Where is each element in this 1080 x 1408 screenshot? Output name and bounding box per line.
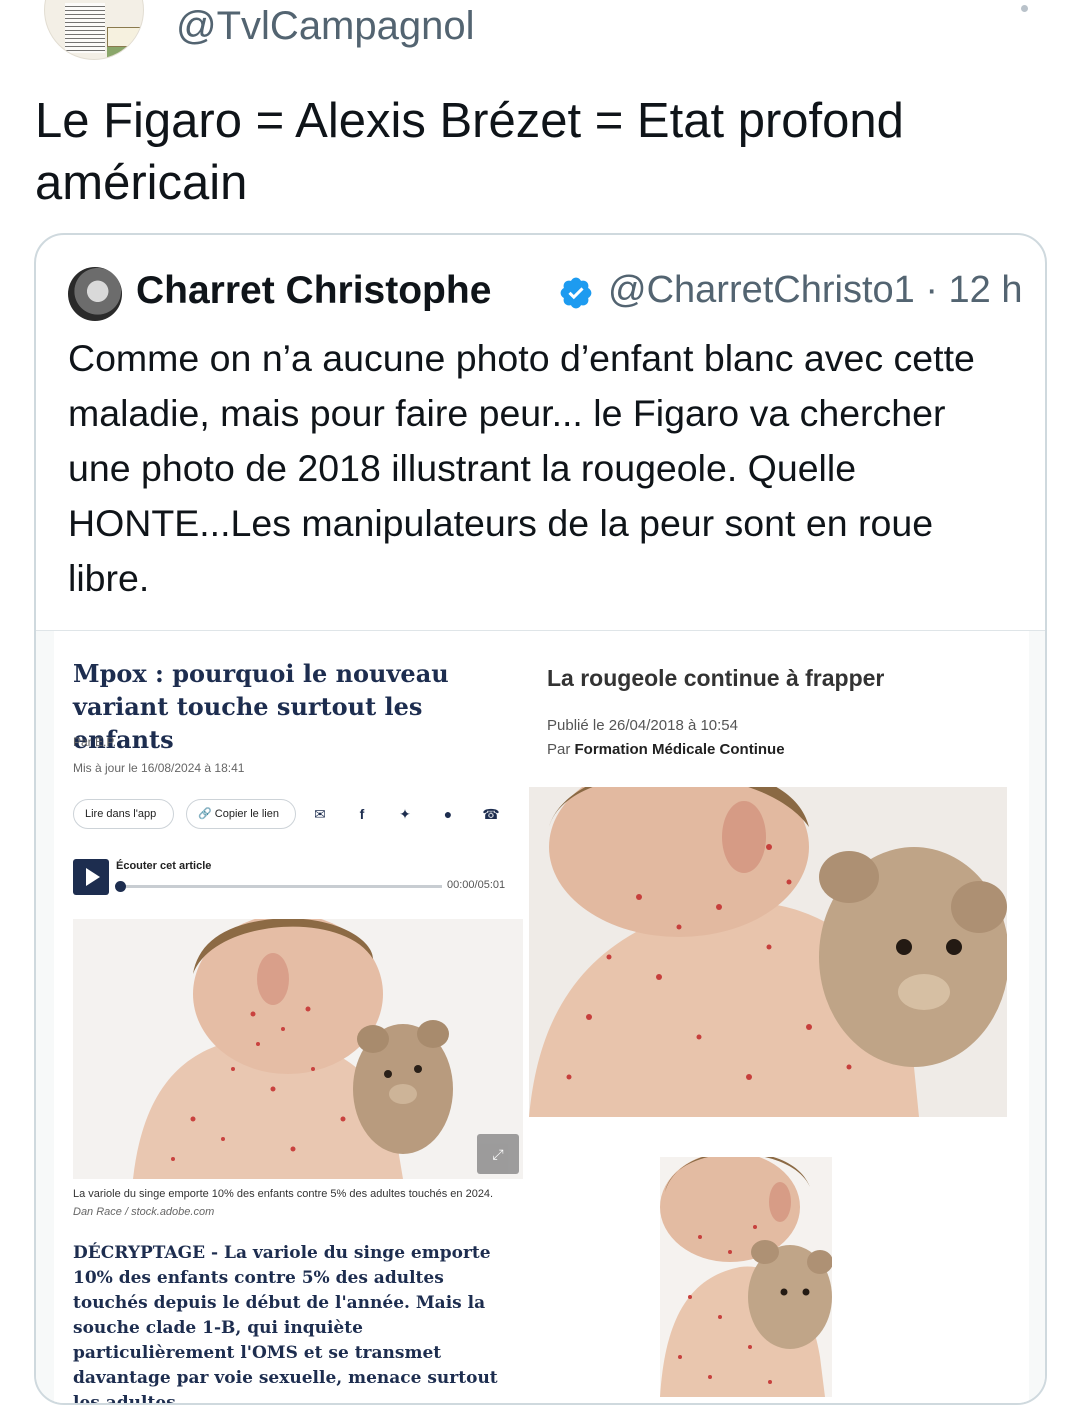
measles-author-name: Formation Médicale Continue [574,741,785,758]
avatar-poster-text [65,3,105,53]
figaro-photo-credit: Dan Race / stock.adobe.com [73,1206,215,1218]
measles-published-date: Publié le 26/04/2018 à 10:54 [547,717,738,734]
expand-image-icon: ⤢ [477,1134,519,1174]
measles-author: Par Formation Médicale Continue [547,741,785,758]
author-handle[interactable]: @TvlCampagnol [176,4,475,49]
twitter-icon: ✦ [399,806,411,822]
tweet-text: Le Figaro = Alexis Brézet = Etat profond… [35,94,904,210]
audio-timecode: 00:00/05:01 [447,879,506,891]
quoted-author-handle-time: @CharretChristo1 · 12 h [608,269,1023,311]
copy-link-button: 🔗 Copier le lien [186,799,296,829]
measles-author-prefix: Par [547,741,575,758]
figaro-article-screenshot: Mpox : pourquoi le nouveau variant touch… [54,631,529,1405]
audio-progress-track [120,885,442,888]
tweet-author-row: @TvlCampagnol [0,0,1080,80]
quoted-tweet-media[interactable]: Mpox : pourquoi le nouveau variant touch… [36,630,1045,1405]
quoted-author-name[interactable]: Charret Christophe [136,269,491,313]
copy-link-label: Copier le lien [214,808,279,820]
author-avatar[interactable] [44,0,144,60]
figaro-photo-caption: La variole du singe emporte 10% des enfa… [73,1188,494,1200]
figaro-updated-date: Mis à jour le 16/08/2024 à 18:41 [73,761,245,775]
child-teddy-photo [73,919,523,1179]
avatar-poster-tag [107,27,141,47]
listen-article-label: Écouter cet article [116,860,212,872]
whatsapp-icon: ☎ [482,806,500,822]
quoted-tweet-text: Comme on n’a aucune photo d’enfant blanc… [68,337,975,599]
mail-icon: ✉ [314,806,326,822]
avatar-poster-image [107,47,143,59]
child-teddy-photo-small [660,1157,832,1397]
read-in-app-button: Lire dans l'app [73,799,174,829]
measles-article-title: La rougeole continue à frapper [547,665,885,691]
quoted-tweet-card[interactable]: Charret Christophe @CharretChristo1 · 12… [34,233,1047,1405]
messenger-icon: ● [443,806,453,822]
figaro-lead-paragraph: DÉCRYPTAGE - La variole du singe emporte… [73,1243,498,1405]
figaro-article-title: Mpox : pourquoi le nouveau variant touch… [73,659,449,754]
child-teddy-photo-large [529,787,1007,1117]
figaro-byline: Par E.P. [73,735,117,749]
play-audio-icon [73,859,109,895]
measles-article-screenshot: La rougeole continue à frapper Publié le… [529,631,1029,1403]
audio-progress-knob [115,881,126,892]
verified-badge-icon [560,277,592,309]
more-options-icon[interactable] [1021,5,1028,12]
facebook-icon: f [359,806,365,822]
quoted-author-avatar[interactable] [68,267,122,321]
link-icon: 🔗 [198,808,212,820]
quoted-tweet-header: Charret Christophe @CharretChristo1 · 12… [68,267,1028,321]
